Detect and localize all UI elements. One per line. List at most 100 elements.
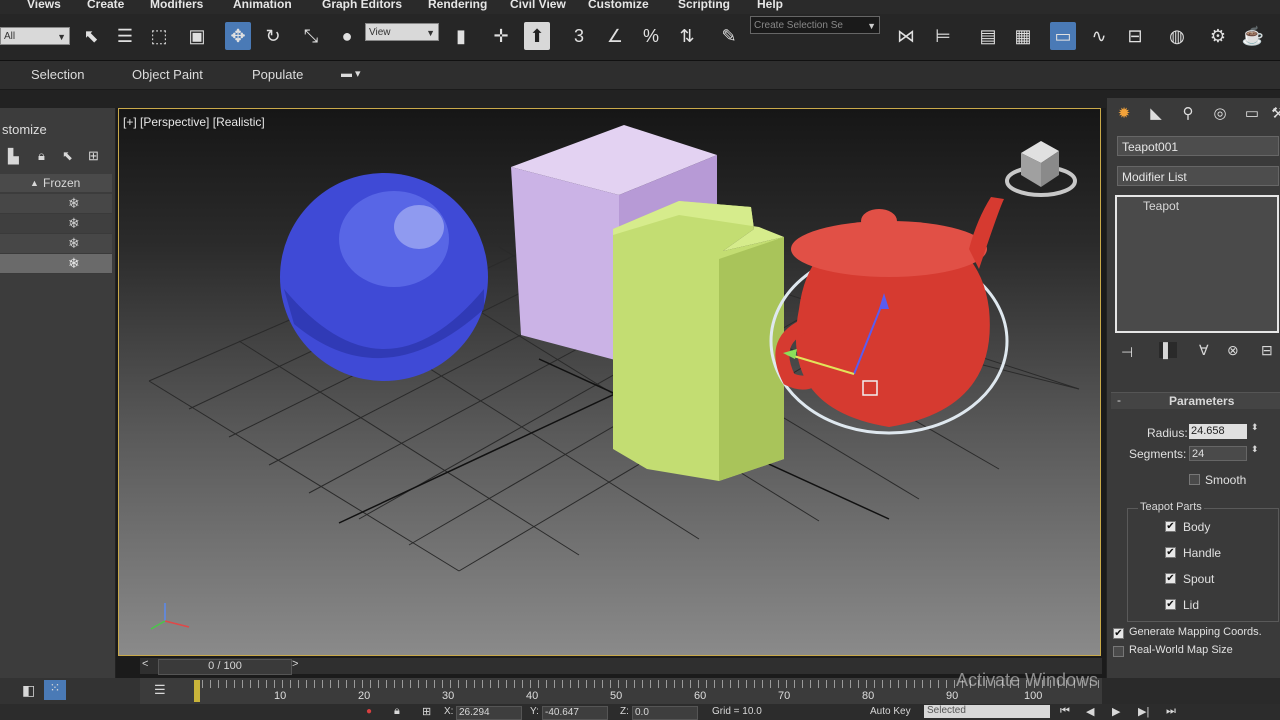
render-teapot-icon[interactable]: ☕ <box>1240 22 1266 50</box>
menu-animation[interactable]: Animation <box>233 0 292 11</box>
ribbon-options-icon[interactable]: ▬ ▾ <box>341 67 361 80</box>
menu-help[interactable]: Help <box>757 0 783 11</box>
named-selection-set-dropdown[interactable]: Create Selection Se ▼ <box>750 16 880 34</box>
snowflake-icon[interactable]: ❄ <box>68 195 80 212</box>
lock-icon[interactable]: 🔒︎ <box>38 148 45 164</box>
handle-checkbox[interactable]: ✔ <box>1165 547 1176 558</box>
keyboard-shortcut-override-icon[interactable]: ⬆ <box>524 22 550 50</box>
menu-scripting[interactable]: Scripting <box>678 0 730 11</box>
cylinder-object[interactable] <box>613 201 784 481</box>
snowflake-icon[interactable]: ❄ <box>68 235 80 252</box>
next-key-icon[interactable]: ▶| <box>1138 705 1149 718</box>
select-object-icon[interactable]: ⬉ <box>78 22 104 50</box>
previous-key-icon[interactable]: ◀ <box>1086 705 1094 718</box>
spout-checkbox[interactable]: ✔ <box>1165 573 1176 584</box>
record-icon[interactable]: ● <box>366 706 372 717</box>
material-editor-icon[interactable]: ◍ <box>1164 22 1190 50</box>
table-row[interactable]: ❄ <box>0 214 112 234</box>
z-coordinate-field[interactable]: 0.0 <box>632 706 698 720</box>
configure-sets-icon[interactable]: ⊟ <box>1261 342 1273 359</box>
spinner-snap-icon[interactable]: ⇅ <box>674 22 700 50</box>
pin-stack-icon[interactable]: ⊣ <box>1121 344 1133 361</box>
select-dependents-icon[interactable]: ⊞ <box>88 148 99 164</box>
go-to-start-icon[interactable]: ⏮ <box>1060 705 1070 718</box>
mirror-icon[interactable]: ⋈ <box>893 22 919 50</box>
layer-icon[interactable]: ◧ <box>22 682 35 699</box>
create-tab-icon[interactable]: ✹ <box>1113 104 1135 124</box>
layer-explorer-icon[interactable]: ▤ <box>975 22 1001 50</box>
align-icon[interactable]: ⊨ <box>930 22 956 50</box>
segments-spinner[interactable]: 24 <box>1189 446 1247 461</box>
select-manipulate-icon[interactable]: ✛ <box>488 22 514 50</box>
select-and-rotate-icon[interactable]: ↻ <box>260 22 286 50</box>
ribbon-tab-object-paint[interactable]: Object Paint <box>132 67 203 82</box>
object-name-field[interactable]: Teapot001 <box>1117 136 1279 156</box>
make-unique-icon[interactable]: ∀ <box>1199 342 1209 359</box>
pivot-point-icon[interactable]: ▮ <box>448 22 474 50</box>
auto-key-button[interactable]: Auto Key <box>870 706 911 717</box>
frame-counter[interactable]: 0 / 100 <box>158 659 292 675</box>
x-coordinate-field[interactable]: 26.294 <box>456 706 522 720</box>
previous-frame-icon[interactable]: < <box>142 658 148 670</box>
schematic-view-icon[interactable]: ⊟ <box>1122 22 1148 50</box>
mini-curve-editor-icon[interactable]: ☰ <box>154 682 166 698</box>
modifier-stack[interactable]: Teapot <box>1115 195 1279 333</box>
menu-create[interactable]: Create <box>87 0 124 11</box>
menu-views[interactable]: Views <box>27 0 61 11</box>
next-frame-icon[interactable]: > <box>292 658 298 670</box>
viewcube-icon[interactable] <box>1005 141 1077 197</box>
generate-mapping-checkbox[interactable]: ✔ <box>1113 628 1124 639</box>
display-tab-icon[interactable]: ▭ <box>1241 104 1263 124</box>
angle-snap-icon[interactable]: ∠ <box>602 22 628 50</box>
place-icon[interactable]: ● <box>334 22 360 50</box>
table-row[interactable]: ❄ <box>0 194 112 214</box>
parameters-rollout-header[interactable]: - Parameters <box>1111 392 1280 409</box>
curve-editor-icon[interactable]: ∿ <box>1086 22 1112 50</box>
percent-snap-icon[interactable]: % <box>638 22 664 50</box>
scene-explorer-icon[interactable]: ▭ <box>1050 22 1076 50</box>
menu-customize[interactable]: Customize <box>588 0 649 11</box>
spinner-arrows-icon[interactable]: ⬍ <box>1251 444 1259 455</box>
sort-by-hierarchy-icon[interactable]: ⁙ <box>44 680 66 700</box>
smooth-checkbox[interactable] <box>1189 474 1200 485</box>
selection-lock-icon[interactable]: 🔒︎ <box>394 705 400 718</box>
modify-tab-icon[interactable]: ◣ <box>1145 104 1167 124</box>
hierarchy-tab-icon[interactable]: ⚲ <box>1177 104 1199 124</box>
snowflake-icon[interactable]: ❄ <box>68 215 80 232</box>
menu-civil-view[interactable]: Civil View <box>510 0 566 11</box>
menu-rendering[interactable]: Rendering <box>428 0 487 11</box>
display-icon[interactable]: ▙ <box>8 148 19 165</box>
sphere-object[interactable] <box>280 173 488 381</box>
snowflake-icon[interactable]: ❄ <box>68 255 80 272</box>
absolute-mode-icon[interactable]: ⊞ <box>422 705 431 718</box>
frozen-column-header[interactable]: ▲ Frozen <box>0 174 112 192</box>
table-row-selected[interactable]: ❄ <box>0 254 112 274</box>
select-and-move-icon[interactable]: ✥ <box>225 22 251 50</box>
time-cursor[interactable] <box>194 680 200 702</box>
snaps-toggle-icon[interactable]: 3 <box>566 22 592 50</box>
body-checkbox[interactable]: ✔ <box>1165 521 1176 532</box>
perspective-viewport[interactable]: [+] [Perspective] [Realistic] <box>118 108 1101 656</box>
edit-named-selection-icon[interactable]: ✎ <box>716 22 742 50</box>
utilities-tab-icon[interactable]: ⚒ <box>1267 104 1280 124</box>
select-children-icon[interactable]: ⬉ <box>62 148 73 164</box>
modifier-list-dropdown[interactable]: Modifier List <box>1117 166 1279 186</box>
y-coordinate-field[interactable]: -40.647 <box>542 706 608 720</box>
ribbon-tab-populate[interactable]: Populate <box>252 67 303 82</box>
render-setup-icon[interactable]: ⚙ <box>1205 22 1231 50</box>
table-row[interactable]: ❄ <box>0 234 112 254</box>
lid-checkbox[interactable]: ✔ <box>1165 599 1176 610</box>
menu-graph-editors[interactable]: Graph Editors <box>322 0 402 11</box>
spinner-arrows-icon[interactable]: ⬍ <box>1251 422 1259 433</box>
motion-tab-icon[interactable]: ◎ <box>1209 104 1231 124</box>
show-end-result-icon[interactable]: ▌ <box>1159 342 1177 358</box>
teapot-object[interactable] <box>769 197 1009 435</box>
go-to-end-icon[interactable]: ⏭ <box>1166 705 1176 718</box>
select-by-name-icon[interactable]: ☰ <box>112 22 138 50</box>
key-filter-dropdown[interactable]: Selected <box>924 705 1050 718</box>
real-world-map-checkbox[interactable] <box>1113 646 1124 657</box>
radius-spinner[interactable]: 24.658 <box>1189 424 1247 439</box>
stack-item-teapot[interactable]: Teapot <box>1143 199 1179 213</box>
toggle-ribbon-icon[interactable]: ▦ <box>1010 22 1036 50</box>
play-icon[interactable]: ▶ <box>1112 705 1120 718</box>
